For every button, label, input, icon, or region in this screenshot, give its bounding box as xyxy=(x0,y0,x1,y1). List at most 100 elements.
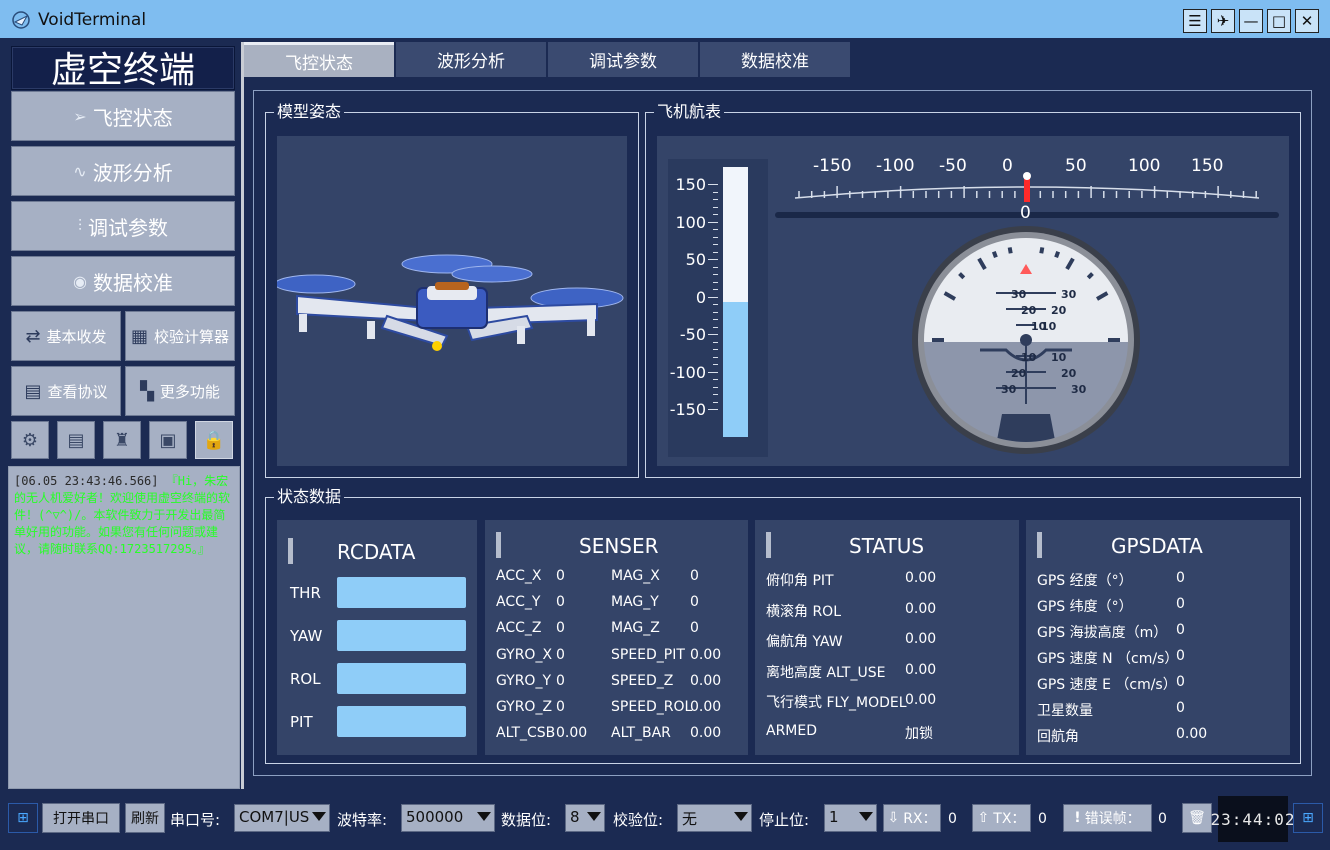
altimeter-tick xyxy=(713,229,718,230)
card-accent xyxy=(288,538,293,564)
port-select[interactable]: COM7|US xyxy=(234,804,330,832)
nav-label: 调试参数 xyxy=(88,215,168,240)
waveform-icon: ∿ xyxy=(73,161,87,181)
pitch-mark: 20 xyxy=(1011,367,1027,380)
senser-key: ALT_BAR xyxy=(611,725,671,742)
nav-flight-status[interactable]: ➢ 飞控状态 xyxy=(11,91,235,141)
altimeter-tick xyxy=(713,266,718,268)
document-icon: ▤ xyxy=(24,380,42,402)
tab-calibration[interactable]: 数据校准 xyxy=(700,42,850,77)
altimeter-tick xyxy=(708,259,718,260)
paper-plane-icon: ➢ xyxy=(73,106,87,126)
tx-counter[interactable]: ⇧ TX： xyxy=(972,804,1031,832)
senser-key: MAG_Z xyxy=(611,620,660,637)
pitch-mark: 10 xyxy=(1041,320,1057,333)
clear-counters-button[interactable]: 🗑 xyxy=(1182,803,1212,833)
pin-button[interactable]: ✈ xyxy=(1211,9,1235,33)
port-value: COM7|US xyxy=(239,808,310,826)
altimeter-tick xyxy=(708,409,718,410)
rc-label: PIT xyxy=(290,713,313,731)
heading-tick-label: -150 xyxy=(813,156,852,176)
nav-waveform[interactable]: ∿ 波形分析 xyxy=(11,146,235,196)
maximize-button[interactable]: □ xyxy=(1267,9,1291,33)
parity-value: 无 xyxy=(682,810,698,828)
save-button[interactable]: ▣ xyxy=(149,421,187,459)
pitch-mark: 30 xyxy=(1011,288,1027,301)
theme-button[interactable]: ♜ xyxy=(103,421,141,459)
nav-debug-params[interactable]: ⫶ 调试参数 xyxy=(11,201,235,251)
tool-label: 查看协议 xyxy=(47,382,108,401)
gps-value: 0 xyxy=(1176,700,1185,716)
stopbits-select[interactable]: 1 xyxy=(824,804,877,832)
senser-key: SPEED_ROL xyxy=(611,699,693,715)
senser-key: MAG_X xyxy=(611,568,660,584)
rc-label: ROL xyxy=(290,670,321,688)
senser-value: 0 xyxy=(556,646,565,663)
view-protocol-button[interactable]: ▤ 查看协议 xyxy=(11,366,121,416)
pitch-mark: 20 xyxy=(1061,367,1077,380)
baud-select[interactable]: 500000 xyxy=(401,804,495,832)
altimeter-tick xyxy=(713,364,718,365)
model-viewport[interactable] xyxy=(274,136,627,466)
altimeter-tick xyxy=(708,371,718,373)
card-title: RCDATA xyxy=(337,540,416,564)
gps-value: 0 xyxy=(1176,648,1185,664)
databits-select[interactable]: 8 xyxy=(565,804,605,832)
bank-tick xyxy=(1054,250,1061,258)
minimize-button[interactable]: — xyxy=(1239,9,1263,33)
notes-button[interactable]: ▤ xyxy=(57,421,95,459)
altimeter-tick xyxy=(713,274,718,275)
altimeter-tick xyxy=(713,379,718,380)
drone-model-icon xyxy=(274,254,624,351)
pitch-mark: 10 xyxy=(1021,351,1037,364)
altimeter-tick xyxy=(713,289,718,290)
card-accent xyxy=(496,532,501,558)
tab-debug-params[interactable]: 调试参数 xyxy=(548,42,698,77)
senser-value: 0.00 xyxy=(690,699,722,715)
altimeter-tick xyxy=(713,281,718,283)
nav-calibration[interactable]: ◉ 数据校准 xyxy=(11,256,235,306)
altimeter-tick xyxy=(713,206,718,208)
altimeter-tick xyxy=(708,296,718,298)
tab-flight-status[interactable]: 飞控状态 xyxy=(244,42,394,77)
more-features-button[interactable]: ▚ 更多功能 xyxy=(125,366,235,416)
log-console[interactable]: [06.05 23:43:46.566] 『Hi，朱宏的无人机爱好者！欢迎使用虚… xyxy=(8,466,240,789)
altimeter-tick xyxy=(713,214,718,215)
checksum-calculator-button[interactable]: ▦ 校验计算器 xyxy=(125,311,235,361)
menu-button[interactable]: ☰ xyxy=(1183,9,1207,33)
dock-right-button[interactable]: ⊞ xyxy=(1293,803,1323,833)
settings-button[interactable]: ⚙ xyxy=(11,421,49,459)
altimeter-tick xyxy=(713,356,718,358)
rx-counter[interactable]: ⇩ RX： xyxy=(883,804,941,832)
heading-tick-label: 100 xyxy=(1128,156,1161,176)
senser-value: 0.00 xyxy=(690,672,722,689)
notes-icon: ▤ xyxy=(67,429,85,451)
sidebar-splitter[interactable] xyxy=(241,42,244,789)
parity-select[interactable]: 无 xyxy=(677,804,752,832)
altimeter-tick xyxy=(713,326,718,328)
open-port-button[interactable]: 打开串口 xyxy=(42,803,120,833)
lock-button[interactable]: 🔒 xyxy=(195,421,233,459)
error-label: 错误帧： xyxy=(1084,811,1141,827)
altimeter-tick xyxy=(708,221,718,223)
thr-value-box xyxy=(337,577,466,608)
title-bar: VoidTerminal ☰ ✈ — □ ✕ xyxy=(0,0,1330,40)
basic-transceive-button[interactable]: ⇄ 基本收发 xyxy=(11,311,121,361)
gps-key: GPS 经度（°） xyxy=(1037,573,1133,589)
gps-value: 0 xyxy=(1176,596,1185,612)
senser-key: GYRO_Z xyxy=(496,699,553,715)
close-button[interactable]: ✕ xyxy=(1295,9,1319,33)
status-value: 0.00 xyxy=(905,692,937,709)
senser-key: GYRO_Y xyxy=(496,672,552,689)
status-value: 0.00 xyxy=(905,570,937,586)
yaw-value-box xyxy=(337,620,466,651)
altimeter-tick-label: -100 xyxy=(669,362,706,382)
error-frame-counter[interactable]: ! 错误帧： xyxy=(1063,804,1152,832)
dock-left-button[interactable]: ⊞ xyxy=(8,803,38,833)
warning-icon: ! xyxy=(1074,810,1081,826)
group-title: 状态数据 xyxy=(274,487,345,507)
rc-label: YAW xyxy=(290,627,323,645)
altimeter-tick-label: -50 xyxy=(679,325,706,344)
refresh-button[interactable]: 刷新 xyxy=(125,803,165,833)
tab-waveform[interactable]: 波形分析 xyxy=(396,42,546,77)
